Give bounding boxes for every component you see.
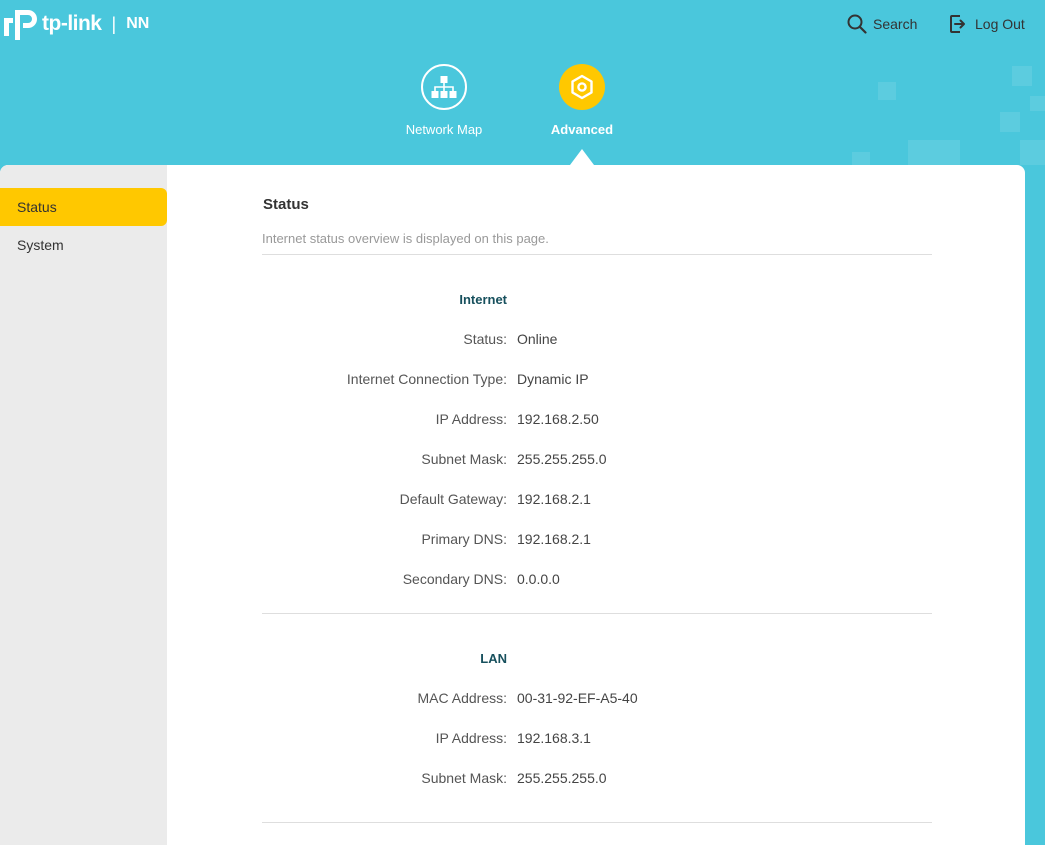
logout-button[interactable]: Log Out	[949, 13, 1025, 35]
decoration	[1030, 96, 1045, 111]
device-model: NN	[126, 15, 150, 32]
sidebar: Status System	[0, 165, 167, 845]
nav-advanced-label: Advanced	[550, 122, 614, 137]
header-bar: tp-link | NN Search Log Out Network Map …	[0, 0, 1045, 165]
field-label: Subnet Mask:	[421, 770, 507, 786]
page-description: Internet status overview is displayed on…	[262, 231, 549, 246]
nav-advanced[interactable]: Advanced	[522, 64, 642, 137]
brand-separator: |	[111, 13, 117, 34]
main-panel: Status System Status Internet status ove…	[0, 165, 1025, 845]
field-value: 192.168.3.1	[517, 730, 591, 746]
nav-network-map[interactable]: Network Map	[384, 64, 504, 137]
field-value: 255.255.255.0	[517, 770, 607, 786]
field-label: Default Gateway:	[399, 491, 507, 507]
divider	[262, 822, 932, 823]
logout-label: Log Out	[975, 16, 1025, 32]
lan-mac-address-row: MAC Address: 00-31-92-EF-A5-40	[262, 690, 932, 710]
decoration	[1020, 140, 1045, 165]
internet-primary-dns-row: Primary DNS: 192.168.2.1	[262, 531, 932, 551]
field-label: Internet Connection Type:	[346, 371, 507, 387]
field-label: Subnet Mask:	[421, 451, 507, 467]
field-label: IP Address:	[435, 730, 507, 746]
internet-default-gateway-row: Default Gateway: 192.168.2.1	[262, 491, 932, 511]
internet-secondary-dns-row: Secondary DNS: 0.0.0.0	[262, 571, 932, 591]
page-title: Status	[263, 196, 309, 213]
field-value: 192.168.2.1	[517, 531, 591, 547]
field-value: 255.255.255.0	[517, 451, 607, 467]
sidebar-item-label: System	[17, 237, 64, 253]
field-label: Primary DNS:	[421, 531, 507, 547]
field-value: 192.168.2.1	[517, 491, 591, 507]
internet-section-title: Internet	[459, 292, 507, 307]
lan-ip-address-row: IP Address: 192.168.3.1	[262, 730, 932, 750]
field-label: Status:	[463, 331, 507, 347]
sidebar-item-system[interactable]: System	[0, 226, 167, 264]
nav-network-map-label: Network Map	[405, 122, 483, 137]
internet-subnet-mask-row: Subnet Mask: 255.255.255.0	[262, 451, 932, 471]
lan-section-title: LAN	[480, 651, 507, 666]
search-button[interactable]: Search	[847, 13, 917, 35]
decoration	[852, 152, 870, 165]
internet-status-row: Status: Online	[262, 331, 932, 351]
divider	[262, 254, 932, 255]
field-value: 00-31-92-EF-A5-40	[517, 690, 638, 706]
sidebar-item-label: Status	[17, 199, 57, 215]
advanced-gear-icon	[559, 64, 605, 110]
sidebar-item-status[interactable]: Status	[0, 188, 167, 226]
field-label: IP Address:	[435, 411, 507, 427]
logout-icon	[950, 15, 965, 33]
internet-ip-address-row: IP Address: 192.168.2.50	[262, 411, 932, 431]
field-value: 0.0.0.0	[517, 571, 560, 587]
decoration	[1012, 66, 1032, 86]
lan-subnet-mask-row: Subnet Mask: 255.255.255.0	[262, 770, 932, 790]
field-label: MAC Address:	[417, 690, 507, 706]
network-map-icon	[421, 64, 467, 110]
field-value: Dynamic IP	[517, 371, 589, 387]
internet-connection-type-row: Internet Connection Type: Dynamic IP	[262, 371, 932, 391]
tp-link-logo-icon	[4, 10, 37, 40]
decoration	[908, 140, 960, 165]
search-icon	[847, 14, 867, 34]
brand-logo: tp-link | NN	[2, 6, 149, 42]
field-value: 192.168.2.50	[517, 411, 599, 427]
decoration	[878, 82, 896, 100]
active-nav-pointer	[570, 149, 594, 165]
brand-name: tp-link	[42, 12, 102, 35]
decoration	[1000, 112, 1020, 132]
search-label: Search	[873, 16, 918, 32]
field-value: Online	[517, 331, 558, 347]
field-label: Secondary DNS:	[402, 571, 507, 587]
divider	[262, 613, 932, 614]
